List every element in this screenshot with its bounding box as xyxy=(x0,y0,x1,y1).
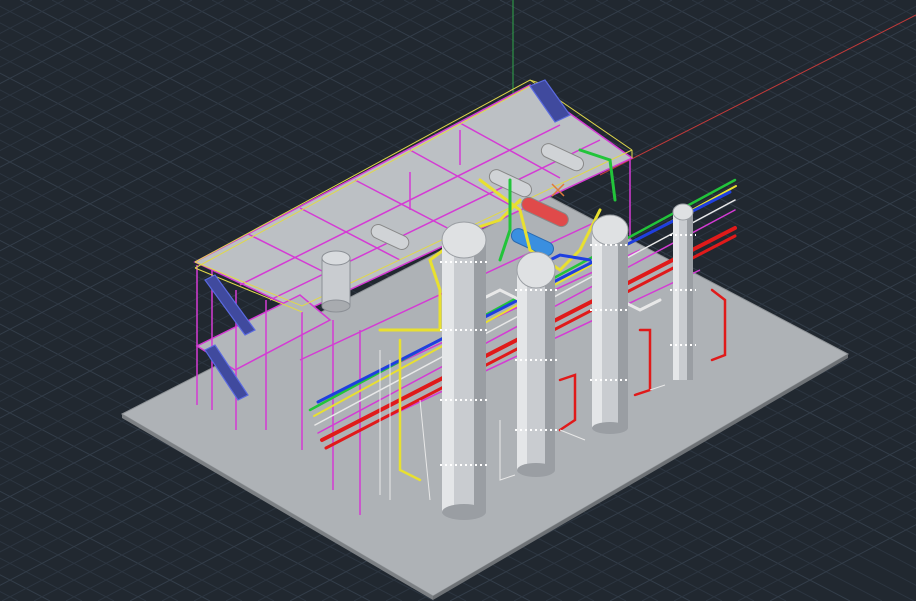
small-drum xyxy=(321,250,351,313)
grid-line xyxy=(755,0,916,85)
grid-line xyxy=(0,0,161,85)
grid-line xyxy=(0,0,289,152)
column-1 xyxy=(440,221,488,520)
column-2 xyxy=(515,251,557,477)
column-3 xyxy=(590,214,630,434)
cad-model-viewport[interactable] xyxy=(0,0,916,601)
grid-line xyxy=(769,524,916,601)
grid-line xyxy=(737,507,916,601)
grid-line xyxy=(0,524,147,601)
model-space-canvas[interactable] xyxy=(0,0,916,601)
column-4 xyxy=(670,203,696,380)
grid-line xyxy=(0,507,179,601)
grid-line xyxy=(0,574,51,601)
